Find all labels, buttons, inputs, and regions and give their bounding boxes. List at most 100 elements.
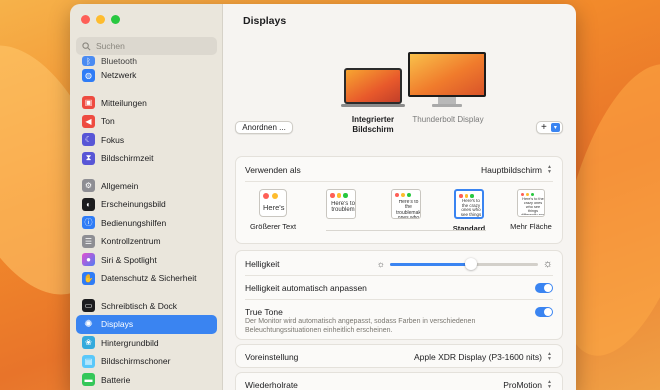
sidebar-item-allgemein[interactable]: ⚙ Allgemein	[76, 177, 217, 196]
hand-icon: ✋	[82, 271, 95, 285]
add-display-button[interactable]: + ▾	[536, 121, 563, 134]
sidebar-item-batterie[interactable]: ▬ Batterie	[76, 371, 217, 390]
appearance-icon: ◐	[82, 197, 95, 211]
resolution-option-3[interactable]: Here's to the troublemak ones who	[381, 189, 431, 224]
close-button[interactable]	[81, 15, 90, 24]
divider	[245, 299, 553, 300]
thumbnail-sample-text: Here's to the crazy ones who see things …	[521, 197, 545, 215]
true-tone-description: Der Monitor wird automatisch angepasst, …	[245, 318, 476, 334]
sidebar-item-kontrollzentrum[interactable]: ☰ Kontrollzentrum	[76, 232, 217, 251]
resolution-option-2[interactable]: Here's to troublem	[316, 189, 366, 224]
sidebar-item-netzwerk[interactable]: ◍ Netzwerk	[76, 66, 217, 85]
true-tone-label: True Tone	[245, 307, 283, 317]
preset-select[interactable]: Apple XDR Display (P3-1600 nits) ▲ ▼	[414, 352, 553, 363]
bluetooth-icon: ᛒ	[82, 56, 95, 66]
search-field[interactable]: Suchen	[76, 37, 217, 55]
resolution-thumbnail: Here's to troublem	[326, 189, 356, 219]
brightness-row: Helligkeit ☼ ☼	[245, 256, 553, 272]
refresh-value: ProMotion	[503, 380, 542, 390]
sidebar-item-bildschirmschoner[interactable]: ▤ Bildschirmschoner	[76, 352, 217, 371]
sidebar-item-bildschirmzeit[interactable]: ⧗ Bildschirmzeit	[76, 149, 217, 168]
bell-icon: ▣	[82, 96, 95, 110]
thumbnail-sample-text: Here's to troublem	[331, 201, 355, 214]
window-controls	[81, 15, 120, 24]
arrange-button[interactable]: Anordnen ...	[235, 121, 293, 134]
preset-value: Apple XDR Display (P3-1600 nits)	[413, 352, 542, 362]
thumbnail-sample-text: Here's to the troublemak ones who	[396, 200, 421, 218]
resolution-thumbnail: Here's	[259, 189, 287, 217]
search-placeholder: Suchen	[96, 41, 125, 51]
brightness-label: Helligkeit	[245, 259, 280, 269]
preset-row: Voreinstellung Apple XDR Display (P3-160…	[245, 350, 553, 364]
speaker-icon: ◀	[82, 114, 95, 128]
sidebar-item-label: Erscheinungsbild	[101, 199, 166, 210]
sidebar-item-label: Allgemein	[101, 180, 139, 191]
chevron-down-icon: ▾	[550, 123, 560, 132]
wallpaper-icon: ❀	[82, 336, 95, 350]
sidebar-item-schreibtisch[interactable]: ▭ Schreibtisch & Dock	[76, 297, 217, 316]
dock-icon: ▭	[82, 299, 95, 313]
siri-icon: ●	[82, 253, 95, 267]
sun-icon: ✺	[84, 318, 93, 330]
resolution-track-line	[326, 230, 486, 231]
sidebar-item-datenschutz[interactable]: ✋ Datenschutz & Sicherheit	[76, 269, 217, 288]
brightness-group: Helligkeit ☼ ☼ Helligkeit automatisch an…	[235, 250, 563, 340]
minimize-button[interactable]	[96, 15, 105, 24]
hourglass-icon: ⧗	[82, 151, 95, 165]
sidebar-item-mitteilungen[interactable]: ▣ Mitteilungen	[76, 94, 217, 113]
refresh-row: Wiederholrate ProMotion ▲ ▼	[245, 378, 553, 390]
sidebar-item-label: Batterie	[101, 374, 131, 385]
refresh-label: Wiederholrate	[245, 380, 298, 390]
sidebar-item-label: Ton	[101, 116, 115, 127]
sun-small-icon: ☼	[376, 259, 385, 269]
sidebar-item-bluetooth[interactable]: ᛒ Bluetooth	[76, 56, 217, 66]
settings-window: Suchen ᛒ Bluetooth ◍ Netzwerk ▣ Mitteilu…	[70, 4, 576, 390]
search-icon	[82, 41, 91, 50]
accessibility-icon: ⓘ	[82, 216, 95, 230]
true-tone-toggle[interactable]	[535, 307, 553, 317]
sidebar-item-label: Netzwerk	[101, 70, 137, 81]
auto-brightness-label: Helligkeit automatisch anpassen	[245, 283, 367, 293]
sidebar-item-ton[interactable]: ◀ Ton	[76, 112, 217, 131]
divider	[245, 275, 553, 276]
refresh-select[interactable]: ProMotion ▲ ▼	[503, 380, 553, 390]
brightness-slider[interactable]	[389, 258, 538, 270]
preset-group: Voreinstellung Apple XDR Display (P3-160…	[235, 344, 563, 368]
sidebar-item-hintergrundbild[interactable]: ❀ Hintergrundbild	[76, 334, 217, 353]
macbook-display-icon[interactable]	[341, 52, 405, 108]
sidebar-item-label: Displays	[101, 319, 134, 330]
resolution-option-larger-text[interactable]: Here's Größerer Text	[245, 189, 301, 231]
sidebar-item-label: Bildschirmschoner	[101, 356, 171, 367]
slider-knob[interactable]	[464, 258, 477, 270]
auto-brightness-row: Helligkeit automatisch anpassen	[245, 281, 553, 295]
builtin-display-label: Integrierter Bildschirm	[351, 115, 395, 134]
page-title: Displays	[243, 15, 287, 27]
thunderbolt-display-icon[interactable]	[408, 52, 486, 110]
sidebar-item-label: Kontrollzentrum	[101, 236, 161, 247]
refresh-group: Wiederholrate ProMotion ▲ ▼	[235, 372, 563, 390]
resolution-option-standard[interactable]: Here's to the crazy ones who see things …	[441, 189, 497, 233]
display-settings-group: Verwenden als Hauptbildschirm ▲ ▼ Here's …	[235, 156, 563, 244]
control-center-icon: ☰	[82, 234, 95, 248]
sidebar-item-siri[interactable]: ● Siri & Spotlight	[76, 251, 217, 270]
sidebar-item-label: Fokus	[101, 134, 125, 145]
brightness-control: ☼ ☼	[377, 258, 553, 270]
preset-label: Voreinstellung	[245, 352, 299, 362]
resolution-option-more-space[interactable]: Here's to the crazy ones who see things …	[504, 189, 558, 231]
use-as-select[interactable]: Hauptbildschirm ▲ ▼	[481, 165, 553, 176]
sidebar-item-label: Siri & Spotlight	[101, 254, 157, 265]
globe-icon: ◍	[82, 68, 95, 82]
use-as-row: Verwenden als Hauptbildschirm ▲ ▼	[245, 163, 553, 177]
resolution-thumbnail: Here's to the crazy ones who see things …	[517, 189, 545, 217]
sidebar-item-fokus[interactable]: ☾ Fokus	[76, 131, 217, 150]
auto-brightness-toggle[interactable]	[535, 283, 553, 293]
sidebar-item-erscheinungsbild[interactable]: ◐ Erscheinungsbild	[76, 195, 217, 214]
sidebar-item-displays[interactable]: ✺ Displays	[76, 315, 217, 334]
zoom-button[interactable]	[111, 15, 120, 24]
divider	[245, 181, 553, 182]
use-as-value: Hauptbildschirm	[481, 165, 542, 175]
sidebar-item-bedienungshilfen[interactable]: ⓘ Bedienungshilfen	[76, 214, 217, 233]
